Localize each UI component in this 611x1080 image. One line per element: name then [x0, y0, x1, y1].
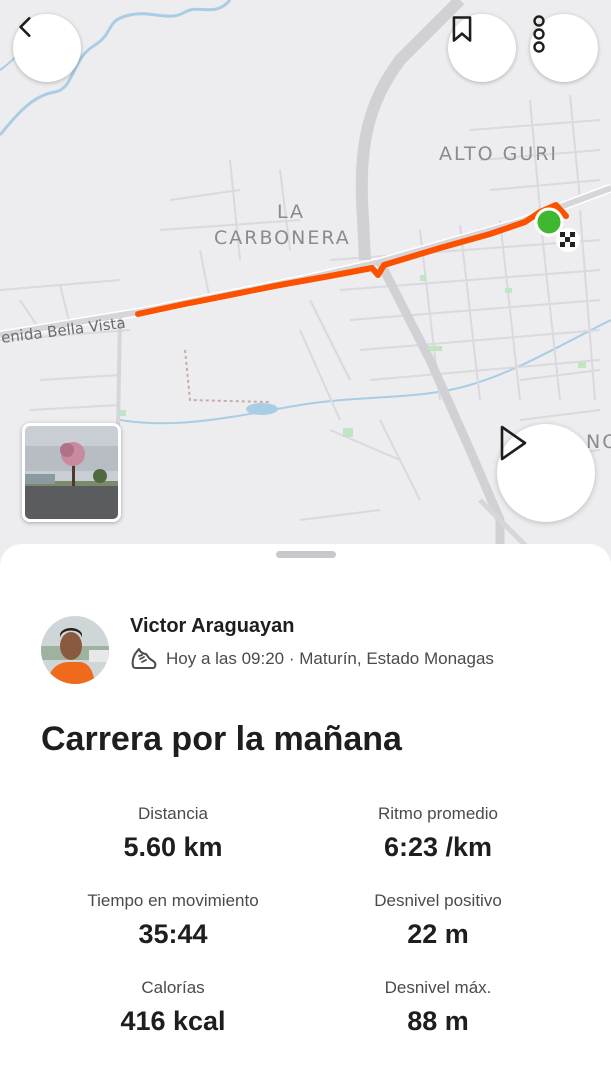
play-icon [500, 425, 527, 461]
sheet-drag-handle[interactable] [276, 551, 336, 558]
stat-label: Desnivel máx. [384, 978, 492, 997]
activity-date-location: Hoy a las 09:20 · Maturín, Estado Monaga… [166, 649, 494, 668]
running-shoe-icon [131, 648, 157, 669]
stat-avg-pace: Ritmo promedio 6:23 /km [313, 804, 563, 863]
bookmark-icon [452, 16, 472, 42]
avatar-image [41, 616, 109, 684]
avatar[interactable] [41, 616, 109, 684]
map-label-carbonera: CARBONERA [214, 227, 351, 249]
stat-value: 6:23 /km [383, 832, 493, 862]
more-vertical-icon [533, 15, 545, 53]
stat-max-elevation: Desnivel máx. 88 m [313, 978, 563, 1037]
map-label-alto-guri: ALTO GURI [439, 143, 559, 165]
play-flyover-button[interactable] [497, 424, 595, 522]
map-label-la: LA [277, 201, 306, 223]
map-label-cut-off: NO [586, 431, 611, 453]
chevron-left-icon [19, 17, 31, 37]
photo-image [25, 426, 118, 519]
activity-photo-thumbnail[interactable] [22, 423, 121, 522]
stat-moving-time: Tiempo en movimiento 35:44 [48, 891, 298, 950]
stat-value: 35:44 [138, 919, 208, 949]
stat-label: Tiempo en movimiento [87, 891, 259, 910]
stat-value: 5.60 km [123, 832, 223, 862]
stat-elevation-gain: Desnivel positivo 22 m [313, 891, 563, 950]
stat-value: 88 m [407, 1006, 469, 1036]
stat-calories: Calorías 416 kcal [48, 978, 298, 1037]
activity-title: Carrera por la mañana [41, 720, 402, 758]
stat-label: Ritmo promedio [378, 804, 498, 823]
activity-details-sheet: Victor Araguayan Hoy a las 09:20 · Matur… [0, 544, 611, 1080]
stat-label: Desnivel positivo [374, 891, 502, 910]
stat-value: 416 kcal [120, 1006, 226, 1036]
bookmark-button[interactable] [448, 14, 516, 82]
stat-label: Distancia [138, 804, 208, 823]
more-options-button[interactable] [530, 14, 598, 82]
back-button[interactable] [13, 14, 81, 82]
athlete-name[interactable]: Victor Araguayan [130, 615, 295, 638]
stat-distance: Distancia 5.60 km [48, 804, 298, 863]
stat-value: 22 m [407, 919, 469, 949]
activity-meta: Hoy a las 09:20 · Maturín, Estado Monaga… [130, 646, 494, 672]
route-map[interactable]: ALTO GURI LA CARBONERA NO enida Bella Vi… [0, 0, 611, 580]
stat-label: Calorías [141, 978, 205, 997]
